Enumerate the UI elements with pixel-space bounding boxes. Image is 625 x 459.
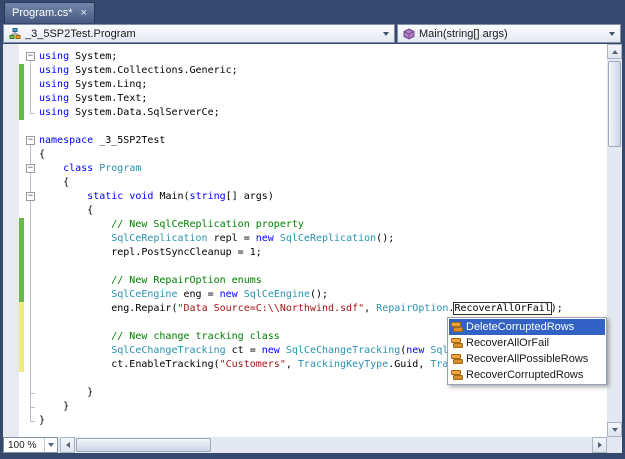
chevron-down-icon[interactable] (609, 32, 615, 36)
chevron-down-icon[interactable] (383, 32, 389, 36)
fold-toggle[interactable]: − (26, 192, 35, 201)
code-line[interactable]: class Program (3, 162, 607, 176)
scroll-up-button[interactable] (607, 44, 622, 59)
code-line[interactable]: } (3, 400, 607, 414)
intellisense-item[interactable]: DeleteCorruptedRows (449, 319, 605, 335)
code-line[interactable]: SqlCeReplication repl = new SqlCeReplica… (3, 232, 607, 246)
vs-editor-window: Program.cs* × _3_5SP2Test.Program (0, 0, 625, 459)
code-line[interactable]: using System.Text; (3, 92, 607, 106)
code-line[interactable]: using System.Data.SqlServerCe; (3, 106, 607, 120)
intellisense-popup: DeleteCorruptedRows RecoverAllOrFail Rec… (447, 317, 607, 385)
fold-toggle[interactable]: − (26, 136, 35, 145)
types-dropdown-value: _3_5SP2Test.Program (25, 28, 136, 40)
horizontal-scrollbar-thumb[interactable] (76, 438, 211, 452)
code-line[interactable] (3, 120, 607, 134)
code-line[interactable]: // New RepairOption enums (3, 274, 607, 288)
fold-tick (30, 421, 35, 422)
arrow-up-icon (612, 50, 618, 54)
zoom-control[interactable]: 100 % (3, 437, 58, 453)
tab-program-cs[interactable]: Program.cs* × (4, 2, 95, 23)
arrow-down-icon (612, 428, 618, 432)
code-line[interactable]: { (3, 204, 607, 218)
code-line[interactable]: static void Main(string[] args) (3, 190, 607, 204)
fold-tick (30, 407, 35, 408)
zoom-dropdown-button[interactable] (44, 438, 57, 452)
method-icon (403, 28, 415, 40)
fold-tick (30, 113, 35, 114)
code-line[interactable]: using System; (3, 50, 607, 64)
intellisense-item-label: RecoverAllPossibleRows (466, 353, 588, 365)
code-line[interactable]: repl.PostSyncCleanup = 1; (3, 246, 607, 260)
code-line[interactable]: } (3, 414, 607, 428)
intellisense-item[interactable]: RecoverAllOrFail (449, 335, 605, 351)
code-line[interactable]: SqlCeEngine eng = new SqlCeEngine(); (3, 288, 607, 302)
intellisense-item[interactable]: RecoverCorruptedRows (449, 367, 605, 383)
code-line[interactable]: } (3, 386, 607, 400)
fold-toggle[interactable]: − (26, 164, 35, 173)
intellisense-item-label: RecoverCorruptedRows (466, 369, 583, 381)
intellisense-item[interactable]: RecoverAllPossibleRows (449, 351, 605, 367)
intellisense-item-label: RecoverAllOrFail (466, 337, 549, 349)
intellisense-list: DeleteCorruptedRows RecoverAllOrFail Rec… (449, 319, 605, 383)
arrow-right-icon (598, 442, 602, 448)
fold-tick (30, 393, 35, 394)
enum-member-icon (451, 353, 463, 365)
members-dropdown[interactable]: Main(string[] args) (397, 24, 621, 43)
close-icon[interactable]: × (81, 8, 87, 19)
code-line[interactable] (3, 260, 607, 274)
chevron-down-icon (48, 443, 54, 447)
tab-label: Program.cs* (12, 7, 73, 19)
members-dropdown-value: Main(string[] args) (419, 28, 508, 40)
vertical-scrollbar-thumb[interactable] (608, 61, 621, 147)
types-dropdown[interactable]: _3_5SP2Test.Program (3, 24, 395, 43)
scroll-left-button[interactable] (60, 437, 75, 453)
code-line[interactable]: namespace _3_5SP2Test (3, 134, 607, 148)
scroll-right-button[interactable] (592, 437, 607, 453)
code-line[interactable]: // New SqlCeReplication property (3, 218, 607, 232)
scroll-down-button[interactable] (607, 422, 622, 437)
enum-member-icon (451, 369, 463, 381)
fold-line (30, 61, 31, 113)
code-line[interactable]: using System.Linq; (3, 78, 607, 92)
editor-bottom-bar: 100 % (3, 437, 622, 453)
fold-toggle[interactable]: − (26, 52, 35, 61)
fold-line (30, 201, 31, 393)
code-line[interactable]: { (3, 148, 607, 162)
navigation-bar: _3_5SP2Test.Program Main(string[] args) (3, 23, 622, 44)
code-line[interactable]: using System.Collections.Generic; (3, 64, 607, 78)
intellisense-item-label: DeleteCorruptedRows (466, 321, 574, 333)
code-line[interactable]: { (3, 176, 607, 190)
class-icon (9, 28, 21, 40)
enum-member-icon (451, 337, 463, 349)
horizontal-scrollbar[interactable] (60, 437, 607, 453)
code-line[interactable]: eng.Repair("Data Source=C:\\Northwind.sd… (3, 302, 607, 316)
zoom-value: 100 % (4, 440, 36, 451)
arrow-left-icon (66, 442, 70, 448)
document-tabstrip: Program.cs* × (0, 0, 625, 23)
vertical-scrollbar[interactable] (607, 44, 622, 437)
enum-member-icon (451, 321, 463, 333)
